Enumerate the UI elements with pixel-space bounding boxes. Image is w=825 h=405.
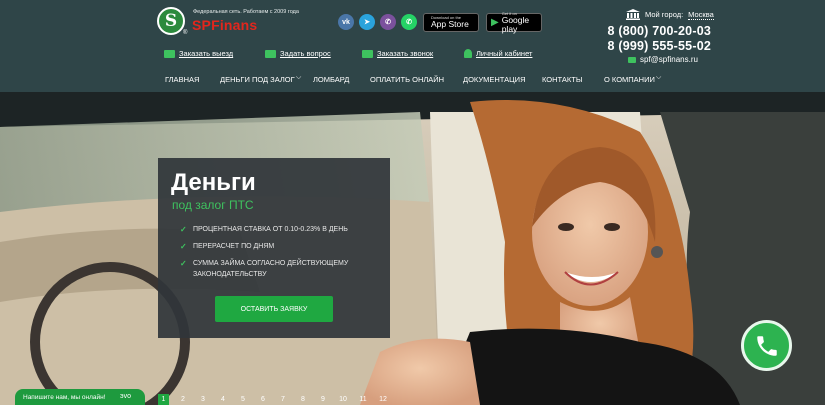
phone-icon — [756, 335, 777, 356]
nav-item-documents[interactable]: ДОКУМЕНТАЦИЯ — [463, 75, 526, 84]
feature-text: СУММА ЗАЙМА СОГЛАСНО ДЕЙСТВУЮЩЕМУ ЗАКОНО… — [193, 260, 349, 278]
order-call-label: Заказать звонок — [377, 49, 434, 58]
promo-card: Деньги под залог ПТС ✓ ПРОЦЕНТНАЯ СТАВКА… — [158, 158, 390, 338]
personal-account-label: Личный кабинет — [476, 49, 533, 58]
logo-letter: S — [164, 11, 178, 31]
chevron-down-icon[interactable]: ⌵ — [656, 74, 661, 82]
page-link[interactable]: 2 — [173, 394, 193, 405]
page-link[interactable]: 1 — [158, 394, 169, 405]
promo-subtitle: под залог ПТС — [172, 198, 254, 212]
feature-item: ✓ ПРОЦЕНТНАЯ СТАВКА ОТ 0.10-0.23% В ДЕНЬ — [180, 224, 370, 235]
page-link[interactable]: 10 — [333, 394, 353, 405]
online-chat-tab[interactable]: Напишите нам, мы онлайн! эvo — [15, 389, 145, 405]
hero-background-photo — [0, 92, 825, 405]
feature-item: ✓ ПЕРЕРАСЧЕТ ПО ДНЯМ — [180, 241, 370, 252]
slider-pagination: 1 2 3 4 5 6 7 8 9 10 11 12 — [158, 394, 393, 405]
ask-question-link[interactable]: Задать вопрос — [265, 49, 331, 58]
app-store-button[interactable]: Download on the App Store — [423, 13, 479, 32]
page-link[interactable]: 5 — [233, 394, 253, 405]
order-visit-link[interactable]: Заказать выезд — [164, 49, 233, 58]
google-play-icon: ▶ — [491, 17, 499, 28]
phone-primary[interactable]: 8 (800) 700-20-03 — [608, 24, 711, 38]
email-link[interactable]: spf@spfinans.ru — [628, 55, 698, 64]
chat-label: Напишите нам, мы онлайн! — [23, 394, 106, 401]
user-icon — [464, 49, 472, 58]
page-link[interactable]: 6 — [253, 394, 273, 405]
whatsapp-icon[interactable]: ✆ — [401, 14, 417, 30]
viber-glyph: ✆ — [385, 19, 391, 26]
app-store-big: App Store — [431, 19, 469, 30]
nav-item-money-collateral[interactable]: ДЕНЬГИ ПОД ЗАЛОГ — [220, 75, 295, 84]
telegram-glyph: ➤ — [364, 19, 370, 26]
vk-icon[interactable]: vk — [338, 14, 354, 30]
feature-item: ✓ СУММА ЗАЙМА СОГЛАСНО ДЕЙСТВУЮЩЕМУ ЗАКО… — [180, 258, 360, 280]
city-selector[interactable]: Мой город: Москва — [626, 9, 714, 20]
feature-text: ПЕРЕРАСЧЕТ ПО ДНЯМ — [193, 243, 275, 250]
vk-glyph: vk — [342, 18, 350, 26]
phone-secondary[interactable]: 8 (999) 555-55-02 — [608, 39, 711, 53]
chat-suffix: эvo — [120, 393, 131, 400]
page-link[interactable]: 9 — [313, 394, 333, 405]
page-link[interactable]: 12 — [373, 394, 393, 405]
question-icon — [265, 49, 276, 58]
social-links: vk ➤ ✆ ✆ — [338, 14, 417, 30]
call-button[interactable] — [741, 320, 792, 371]
promo-title: Деньги — [171, 169, 256, 196]
bank-icon — [626, 9, 640, 20]
logo-tagline: Федеральная сеть. Работаем с 2009 года — [193, 9, 299, 15]
nav-item-about[interactable]: О КОМПАНИИ — [604, 75, 655, 84]
page-link[interactable]: 3 — [193, 394, 213, 405]
phone-icon — [362, 49, 373, 58]
mail-icon — [628, 56, 636, 63]
page-link[interactable]: 11 — [353, 394, 373, 405]
order-call-link[interactable]: Заказать звонок — [362, 49, 433, 58]
logo-registered-mark: ® — [183, 30, 188, 36]
brand-finans: Finans — [211, 17, 258, 33]
nav-item-pawnshop[interactable]: ЛОМБАРД — [313, 75, 349, 84]
brand-sp: SP — [192, 17, 212, 33]
nav-item-contacts[interactable]: КОНТАКТЫ — [542, 75, 582, 84]
ask-question-label: Задать вопрос — [280, 49, 331, 58]
viber-icon[interactable]: ✆ — [380, 14, 396, 30]
page-link[interactable]: 8 — [293, 394, 313, 405]
submit-application-button[interactable]: ОСТАВИТЬ ЗАЯВКУ — [215, 296, 333, 322]
city-value[interactable]: Москва — [688, 10, 714, 20]
main-nav: ГЛАВНАЯ ДЕНЬГИ ПОД ЗАЛОГ ⌵ ЛОМБАРД ОПЛАТ… — [0, 73, 825, 89]
google-play-button[interactable]: ▶ Get it on Google play — [486, 12, 542, 34]
check-icon: ✓ — [180, 259, 187, 268]
google-play-big: Google play — [501, 15, 530, 34]
check-icon: ✓ — [180, 225, 187, 234]
email-text: spf@spfinans.ru — [640, 55, 698, 64]
page-link[interactable]: 7 — [273, 394, 293, 405]
nav-item-pay-online[interactable]: ОПЛАТИТЬ ОНЛАЙН — [370, 75, 444, 84]
feature-text: ПРОЦЕНТНАЯ СТАВКА ОТ 0.10-0.23% В ДЕНЬ — [193, 226, 348, 233]
brand-name[interactable]: SPFinans — [192, 17, 257, 33]
page-link[interactable]: 4 — [213, 394, 233, 405]
chevron-down-icon[interactable]: ⌵ — [296, 74, 301, 82]
car-icon — [164, 49, 175, 58]
personal-account-link[interactable]: Личный кабинет — [464, 49, 532, 58]
check-icon: ✓ — [180, 242, 187, 251]
telegram-icon[interactable]: ➤ — [359, 14, 375, 30]
logo-icon[interactable]: S — [157, 7, 185, 35]
site-header: S ® Федеральная сеть. Работаем с 2009 го… — [0, 0, 825, 92]
hero-banner: Деньги под залог ПТС ✓ ПРОЦЕНТНАЯ СТАВКА… — [0, 92, 825, 405]
nav-item-home[interactable]: ГЛАВНАЯ — [165, 75, 199, 84]
whatsapp-glyph: ✆ — [406, 19, 412, 26]
city-label: Мой город: — [645, 10, 684, 19]
order-visit-label: Заказать выезд — [179, 49, 234, 58]
